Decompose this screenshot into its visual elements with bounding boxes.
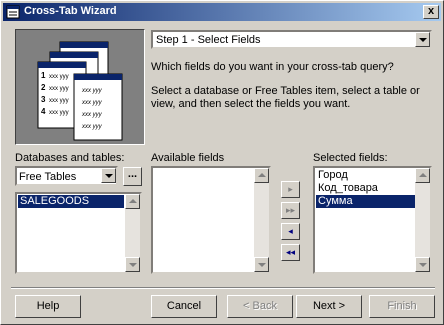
selected-scrollbar[interactable] <box>415 168 430 272</box>
next-button[interactable]: Next > <box>296 295 362 318</box>
button-separator <box>11 287 435 289</box>
chevron-down-icon[interactable] <box>415 32 430 47</box>
available-fields-label: Available fields <box>151 152 225 164</box>
tables-list[interactable]: SALEGOODS <box>15 192 142 274</box>
illus-row-text: xxx yyy <box>49 74 69 80</box>
scroll-down-icon[interactable] <box>415 257 430 272</box>
list-item[interactable]: Сумма <box>316 195 415 208</box>
help-button[interactable]: Help <box>15 295 81 318</box>
stacked-documents-icon: 1 2 3 4 xxx yyy xxx yyy xxx yyy xxx yyy … <box>37 41 123 141</box>
remove-field-button[interactable]: ◂ <box>281 223 300 240</box>
list-item[interactable]: SALEGOODS <box>18 195 124 208</box>
scroll-up-icon[interactable] <box>125 194 140 209</box>
remove-all-fields-button[interactable]: ◂◂ <box>281 244 300 261</box>
back-button[interactable]: < Back <box>227 295 293 318</box>
title-bar[interactable]: Cross-Tab Wizard x <box>3 3 441 21</box>
close-button[interactable]: x <box>423 5 439 19</box>
illus-cell: xxx yyy <box>81 100 103 106</box>
available-fields-list[interactable] <box>151 166 271 274</box>
add-all-fields-button[interactable]: ▸▸ <box>281 202 300 219</box>
illus-row-text: xxx yyy <box>49 86 69 92</box>
selected-fields-list[interactable]: Город Код_товара Сумма <box>313 166 432 274</box>
scroll-up-icon[interactable] <box>415 168 430 183</box>
illus-cell: xxx yyy <box>81 124 103 130</box>
database-combo-value: Free Tables <box>19 171 77 183</box>
step-dropdown[interactable]: Step 1 - Select Fields <box>151 30 432 49</box>
close-icon: x <box>427 5 435 17</box>
database-combo[interactable]: Free Tables <box>15 166 118 186</box>
scroll-up-icon[interactable] <box>254 168 269 183</box>
illus-row-text: xxx yyy <box>49 98 69 104</box>
illus-cell: xxx yyy <box>81 88 103 94</box>
illus-cell: xxx yyy <box>81 112 103 118</box>
wizard-instructions: Select a database or Free Tables item, s… <box>151 85 420 110</box>
list-item[interactable]: Город <box>316 169 348 182</box>
selected-fields-label: Selected fields: <box>313 152 388 164</box>
wizard-question: Which fields do you want in your cross-t… <box>151 61 394 73</box>
databases-label: Databases and tables: <box>15 152 125 164</box>
illus-row-num: 4 <box>41 107 46 116</box>
step-dropdown-value: Step 1 - Select Fields <box>156 34 261 46</box>
browse-database-button[interactable]: ... <box>123 167 142 186</box>
illus-row-num: 3 <box>41 95 46 104</box>
available-scrollbar[interactable] <box>254 168 269 272</box>
chevron-down-icon[interactable] <box>101 168 116 183</box>
illus-row-text: xxx yyy <box>49 110 69 116</box>
list-item[interactable]: Код_товара <box>316 182 378 195</box>
wizard-window: Cross-Tab Wizard x 1 2 3 4 xxx yyy xxx y… <box>0 0 444 325</box>
app-icon <box>6 5 20 19</box>
tables-scrollbar[interactable] <box>125 194 140 272</box>
wizard-illustration: 1 2 3 4 xxx yyy xxx yyy xxx yyy xxx yyy … <box>15 29 145 145</box>
cancel-button[interactable]: Cancel <box>151 295 217 318</box>
scroll-down-icon[interactable] <box>125 257 140 272</box>
add-field-button[interactable]: ▸ <box>281 181 300 198</box>
scroll-down-icon[interactable] <box>254 257 269 272</box>
illus-row-num: 2 <box>41 83 46 92</box>
finish-button[interactable]: Finish <box>369 295 435 318</box>
window-title: Cross-Tab Wizard <box>24 5 117 17</box>
illus-row-num: 1 <box>41 71 46 80</box>
